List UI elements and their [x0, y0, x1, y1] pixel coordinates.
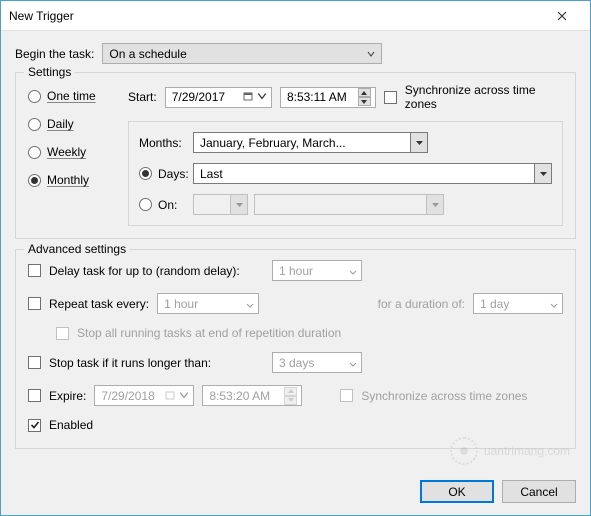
- chevron-down-icon: [257, 90, 267, 104]
- repeat-combo: 1 hour: [157, 293, 259, 314]
- advanced-legend: Advanced settings: [24, 242, 130, 256]
- on-week-dropdown: [193, 194, 248, 215]
- radio-on[interactable]: On:: [139, 198, 193, 212]
- radio-weekly[interactable]: Weekly: [28, 145, 114, 159]
- titlebar: New Trigger: [1, 1, 590, 31]
- advanced-group: Advanced settings Delay task for up to (…: [15, 249, 576, 449]
- months-label: Months:: [139, 136, 193, 150]
- chevron-down-icon: [349, 356, 357, 370]
- begin-task-label: Begin the task:: [15, 47, 94, 61]
- cancel-button[interactable]: Cancel: [502, 480, 576, 503]
- radio-days[interactable]: Days:: [139, 167, 193, 181]
- sync-timezones-checkbox[interactable]: [384, 91, 397, 104]
- dialog-window: New Trigger Begin the task: On a schedul…: [0, 0, 591, 516]
- chevron-down-icon: [550, 297, 558, 311]
- stop-long-label: Stop task if it runs longer than:: [49, 356, 264, 370]
- expire-label: Expire:: [49, 389, 86, 403]
- expire-sync-checkbox: [340, 389, 353, 402]
- stop-long-combo: 3 days: [272, 352, 362, 373]
- dropdown-button-icon: [230, 195, 247, 214]
- start-date-picker[interactable]: 7/29/2017: [165, 87, 272, 108]
- expire-time-picker: 8:53:20 AM: [202, 385, 302, 406]
- start-label: Start:: [128, 90, 157, 104]
- begin-task-value: On a schedule: [109, 47, 186, 61]
- duration-label: for a duration of:: [378, 297, 465, 311]
- start-time-value: 8:53:11 AM: [287, 90, 347, 104]
- months-value: January, February, March...: [200, 136, 346, 150]
- delay-checkbox[interactable]: [28, 264, 41, 277]
- ok-button[interactable]: OK: [420, 480, 494, 503]
- enabled-checkbox[interactable]: [28, 419, 41, 432]
- delay-label: Delay task for up to (random delay):: [49, 264, 264, 278]
- delay-combo: 1 hour: [272, 260, 362, 281]
- time-spinner[interactable]: [358, 88, 371, 106]
- calendar-icon: [243, 90, 253, 104]
- enabled-label: Enabled: [49, 418, 93, 432]
- dropdown-button-icon: [534, 164, 551, 183]
- chevron-down-icon: [246, 297, 254, 311]
- dropdown-button-icon: [410, 133, 427, 152]
- duration-combo: 1 day: [473, 293, 563, 314]
- radio-monthly[interactable]: Monthly: [28, 173, 114, 187]
- repeat-label: Repeat task every:: [49, 297, 149, 311]
- on-day-dropdown: [254, 194, 444, 215]
- begin-task-select[interactable]: On a schedule: [102, 43, 382, 64]
- stop-long-checkbox[interactable]: [28, 356, 41, 369]
- chevron-down-icon: [349, 264, 357, 278]
- schedule-detail-box: Months: January, February, March... Days…: [128, 121, 563, 226]
- months-dropdown[interactable]: January, February, March...: [193, 132, 428, 153]
- days-value: Last: [200, 167, 223, 181]
- settings-legend: Settings: [24, 65, 75, 79]
- start-time-picker[interactable]: 8:53:11 AM: [280, 87, 376, 108]
- expire-sync-label: Synchronize across time zones: [361, 389, 527, 403]
- sync-timezones-label: Synchronize across time zones: [405, 83, 563, 111]
- time-spinner: [284, 387, 297, 405]
- close-icon: [557, 11, 567, 21]
- stop-repeat-checkbox: [56, 327, 69, 340]
- calendar-icon: [165, 389, 175, 403]
- stop-repeat-label: Stop all running tasks at end of repetit…: [77, 326, 341, 340]
- window-title: New Trigger: [9, 9, 542, 23]
- start-date-value: 7/29/2017: [172, 90, 225, 104]
- settings-group: Settings One time Daily Weekly Monthly S…: [15, 72, 576, 239]
- dropdown-button-icon: [426, 195, 443, 214]
- radio-onetime[interactable]: One time: [28, 89, 114, 103]
- radio-daily[interactable]: Daily: [28, 117, 114, 131]
- expire-checkbox[interactable]: [28, 389, 41, 402]
- repeat-checkbox[interactable]: [28, 297, 41, 310]
- days-dropdown[interactable]: Last: [193, 163, 552, 184]
- chevron-down-icon: [179, 389, 189, 403]
- expire-date-picker: 7/29/2018: [94, 385, 194, 406]
- chevron-down-icon: [367, 47, 375, 61]
- close-button[interactable]: [542, 2, 582, 30]
